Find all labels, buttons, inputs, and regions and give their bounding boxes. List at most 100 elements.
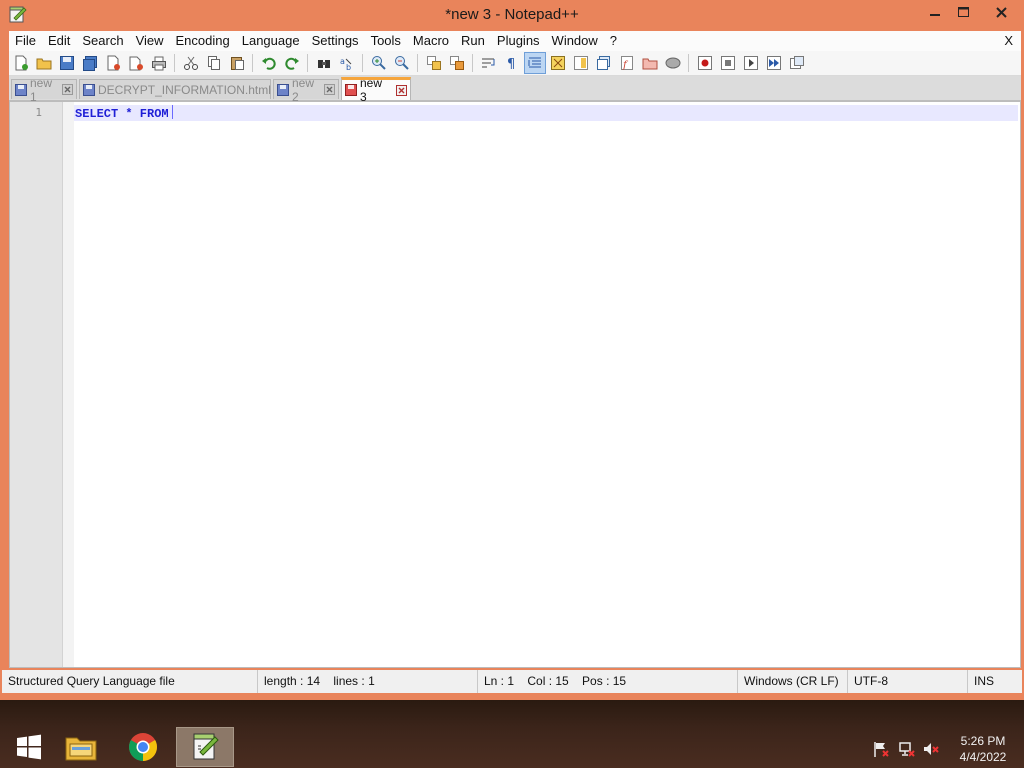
folder-workspace-icon[interactable] (640, 53, 660, 73)
status-bar: Structured Query Language file length : … (2, 670, 1022, 693)
menu-help[interactable]: ? (604, 31, 623, 51)
menu-window[interactable]: Window (546, 31, 604, 51)
start-button[interactable] (0, 727, 58, 767)
close-file-icon[interactable] (103, 53, 123, 73)
network-icon[interactable] (898, 740, 916, 758)
zoom-in-icon[interactable] (369, 53, 389, 73)
toolbar-separator (417, 54, 418, 72)
menu-view[interactable]: View (130, 31, 170, 51)
tab-new-2[interactable]: new 2 (273, 76, 339, 104)
text-cursor (171, 105, 173, 119)
close-all-icon[interactable] (126, 53, 146, 73)
toolbar-separator (688, 54, 689, 72)
line-number-gutter (10, 102, 63, 667)
menu-plugins[interactable]: Plugins (491, 31, 546, 51)
record-macro-icon[interactable] (695, 53, 715, 73)
status-eol[interactable]: Windows (CR LF) (738, 670, 848, 693)
menu-bar: File Edit Search View Encoding Language … (9, 31, 1021, 51)
fold-margin[interactable] (63, 102, 74, 667)
tab-new-3[interactable]: new 3 (341, 76, 411, 104)
line-number: 1 (35, 106, 42, 119)
unsaved-file-icon (345, 84, 357, 96)
tab-new-1[interactable]: new 1 (11, 76, 77, 104)
document-map-icon[interactable] (571, 53, 591, 73)
title-bar: *new 3 - Notepad++ (0, 0, 1024, 31)
monitoring-icon[interactable] (663, 53, 683, 73)
toolbar-separator (252, 54, 253, 72)
taskbar-clock[interactable]: 5:26 PM 4/4/2022 (952, 733, 1014, 765)
clock-time: 5:26 PM (960, 734, 1006, 748)
new-file-icon[interactable] (11, 53, 31, 73)
document-list-icon[interactable] (594, 53, 614, 73)
file-explorer-button[interactable] (52, 727, 110, 767)
show-all-characters-icon[interactable]: ¶ (502, 53, 522, 73)
print-icon[interactable] (149, 53, 169, 73)
copy-icon[interactable] (204, 53, 224, 73)
replace-icon[interactable]: ab (337, 53, 357, 73)
toolbar-separator (362, 54, 363, 72)
notepadpp-taskbar-button[interactable] (176, 727, 234, 767)
paste-icon[interactable] (227, 53, 247, 73)
cut-icon[interactable] (181, 53, 201, 73)
menu-settings[interactable]: Settings (306, 31, 365, 51)
play-macro-icon[interactable] (741, 53, 761, 73)
tab-label: new 2 (292, 75, 315, 104)
status-file-type: Structured Query Language file (2, 670, 258, 693)
taskbar: 5:26 PM 4/4/2022 (0, 700, 1024, 768)
action-center-flag-icon[interactable] (872, 740, 890, 758)
close-tab-icon[interactable] (62, 84, 73, 95)
zoom-out-icon[interactable] (392, 53, 412, 73)
sync-vertical-icon[interactable] (424, 53, 444, 73)
close-tab-icon[interactable] (396, 84, 407, 96)
save-icon[interactable] (57, 53, 77, 73)
menu-run[interactable]: Run (455, 31, 491, 51)
saved-file-icon (83, 83, 95, 96)
status-encoding[interactable]: UTF-8 (848, 670, 968, 693)
stop-macro-icon[interactable] (718, 53, 738, 73)
minimize-button[interactable] (920, 2, 950, 22)
toolbar-separator (472, 54, 473, 72)
find-icon[interactable] (314, 53, 334, 73)
tab-bar: new 1 DECRYPT_INFORMATION.html new 2 new… (9, 76, 1021, 104)
saved-file-icon (277, 83, 289, 96)
save-macro-icon[interactable] (787, 53, 807, 73)
indent-guide-icon[interactable] (523, 52, 546, 74)
svg-text:b: b (346, 63, 351, 71)
save-all-icon[interactable] (80, 53, 100, 73)
menu-macro[interactable]: Macro (407, 31, 455, 51)
saved-file-icon (15, 83, 27, 96)
window-title: *new 3 - Notepad++ (445, 6, 579, 23)
menu-edit[interactable]: Edit (42, 31, 76, 51)
close-tab-icon[interactable] (324, 84, 335, 95)
code-line[interactable]: SELECT * FROM (75, 105, 173, 121)
word-wrap-icon[interactable] (479, 53, 499, 73)
tab-decrypt-information[interactable]: DECRYPT_INFORMATION.html (79, 79, 287, 99)
status-length: length : 14 lines : 1 (258, 670, 478, 693)
code-text: SELECT * FROM (75, 107, 169, 121)
menu-search[interactable]: Search (76, 31, 129, 51)
notepadpp-taskbar-icon (193, 733, 219, 760)
chrome-button[interactable] (114, 727, 172, 767)
open-file-icon[interactable] (34, 53, 54, 73)
undo-icon[interactable] (259, 53, 279, 73)
tab-label: DECRYPT_INFORMATION.html (98, 82, 271, 97)
notepadpp-window: *new 3 - Notepad++ File Edit Search View… (0, 0, 1024, 700)
run-macro-multiple-icon[interactable] (764, 53, 784, 73)
menu-file[interactable]: File (9, 31, 42, 51)
maximize-button[interactable] (948, 2, 978, 22)
volume-muted-icon[interactable] (922, 740, 940, 758)
redo-icon[interactable] (282, 53, 302, 73)
close-document-button[interactable]: X (1004, 31, 1013, 51)
close-window-button[interactable] (978, 2, 1024, 22)
udl-icon[interactable] (548, 53, 568, 73)
menu-encoding[interactable]: Encoding (170, 31, 236, 51)
editor-area[interactable]: 1 SELECT * FROM (9, 101, 1021, 668)
chrome-icon (129, 733, 157, 761)
toolbar-separator (307, 54, 308, 72)
menu-tools[interactable]: Tools (365, 31, 407, 51)
toolbar: ab ¶ f (9, 51, 1021, 76)
menu-language[interactable]: Language (236, 31, 306, 51)
function-list-icon[interactable]: f (617, 53, 637, 73)
sync-horizontal-icon[interactable] (447, 53, 467, 73)
folder-icon (65, 737, 97, 761)
